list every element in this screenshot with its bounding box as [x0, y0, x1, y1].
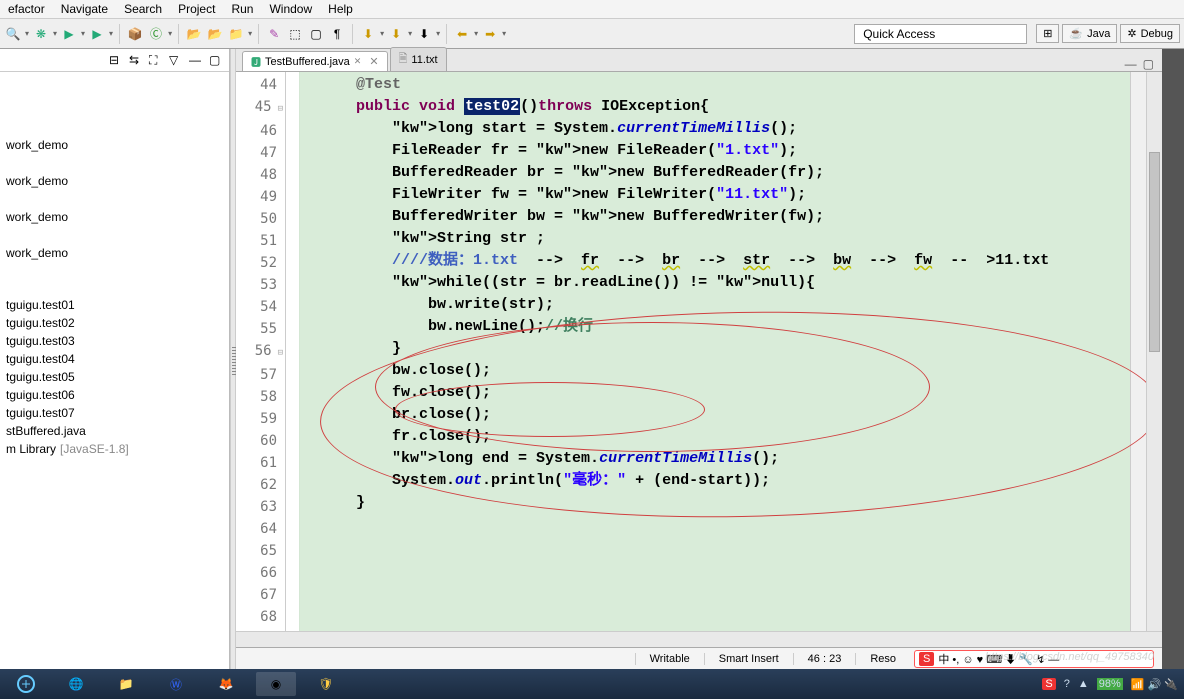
- taskbar-chrome-icon[interactable]: 🌐: [56, 672, 96, 696]
- menu-navigate[interactable]: Navigate: [53, 0, 116, 18]
- editor-tab-inactive[interactable]: 🗎11.txt: [390, 47, 447, 71]
- status-writable: Writable: [635, 653, 704, 665]
- tree-item[interactable]: work_demo: [2, 244, 227, 262]
- tree-item[interactable]: tguigu.test07: [2, 404, 227, 422]
- tree-item[interactable]: work_demo: [2, 172, 227, 190]
- tool-forward-icon[interactable]: ➡: [481, 25, 499, 43]
- taskbar-app-icon[interactable]: 🛡: [306, 672, 346, 696]
- editor-maximize-icon[interactable]: ▢: [1143, 57, 1154, 71]
- tree-item[interactable]: work_demo: [2, 208, 227, 226]
- workspace: ⊟ ⇆ ⛶ ▽ — ▢ work_demo work_demo work_dem…: [0, 49, 1184, 669]
- taskbar-wps-icon[interactable]: Ⓦ: [156, 672, 196, 696]
- tool-toggle-icon[interactable]: ⬚: [286, 25, 304, 43]
- tree-item[interactable]: tguigu.test03: [2, 332, 227, 350]
- vertical-scrollbar[interactable]: [1146, 72, 1162, 631]
- windows-taskbar: 🌐 📁 Ⓦ 🦊 ◉ 🛡 S ? ▲ 98% 📶 🔊 🔌: [0, 669, 1184, 699]
- editor-minimize-icon[interactable]: —: [1125, 57, 1137, 71]
- tree-item[interactable]: tguigu.test02: [2, 314, 227, 332]
- tree-item[interactable]: tguigu.test01: [2, 296, 227, 314]
- tool-run-icon[interactable]: ▶: [60, 25, 78, 43]
- tree-item[interactable]: stBuffered.java: [2, 422, 227, 440]
- tool-next-annotation-icon[interactable]: ⬇: [415, 25, 433, 43]
- main-toolbar: 🔍▾ ❋▾ ▶▾ ▶▾ 📦 Ⓒ▾ 📂 📂 📁▾ ✎ ⬚ ▢ ¶ ⬇▾ ⬇▾ ⬇▾…: [0, 19, 1184, 49]
- tool-step-icon[interactable]: ⬇: [359, 25, 377, 43]
- link-editor-icon[interactable]: ⇆: [129, 53, 143, 67]
- quick-access-field[interactable]: [854, 24, 1027, 44]
- status-resource: Reso: [855, 653, 910, 665]
- tool-mark-icon[interactable]: ▢: [307, 25, 325, 43]
- java-perspective-button[interactable]: ☕ Java: [1062, 24, 1117, 43]
- project-tree[interactable]: work_demo work_demo work_demo work_demo …: [0, 72, 229, 462]
- close-tab-icon[interactable]: ✕: [365, 55, 378, 68]
- system-tray[interactable]: S ? ▲ 98% 📶 🔊 🔌: [1042, 678, 1178, 691]
- tree-item[interactable]: tguigu.test04: [2, 350, 227, 368]
- tree-item-library[interactable]: m Library [JavaSE-1.8]: [2, 440, 227, 458]
- horizontal-scrollbar[interactable]: [236, 631, 1162, 647]
- tool-search-icon[interactable]: 🔍: [4, 25, 22, 43]
- tool-folder-icon[interactable]: 📁: [227, 25, 245, 43]
- tool-debug-icon[interactable]: ❋: [32, 25, 50, 43]
- tool-back-icon[interactable]: ⬅: [453, 25, 471, 43]
- main-menu-bar: efactor Navigate Search Project Run Wind…: [0, 0, 1184, 19]
- menu-window[interactable]: Window: [261, 0, 320, 18]
- menu-project[interactable]: Project: [170, 0, 223, 18]
- taskbar-explorer-icon[interactable]: 📁: [106, 672, 146, 696]
- tool-paragraph-icon[interactable]: ¶: [328, 25, 346, 43]
- menu-refactor[interactable]: efactor: [0, 0, 53, 18]
- overview-ruler[interactable]: [1130, 72, 1146, 631]
- tool-run-last-icon[interactable]: ▶: [88, 25, 106, 43]
- fold-gutter[interactable]: [286, 72, 300, 631]
- collapse-all-icon[interactable]: ⊟: [109, 53, 123, 67]
- tool-new-package-icon[interactable]: 📦: [126, 25, 144, 43]
- editor-area: 🅹TestBuffered.java ✕✕ 🗎11.txt — ▢ 4445⊟4…: [236, 49, 1162, 669]
- tree-item[interactable]: work_demo: [2, 136, 227, 154]
- debug-perspective-button[interactable]: ✲ Debug: [1120, 24, 1180, 43]
- minimize-icon[interactable]: —: [189, 53, 203, 67]
- right-trim-bar[interactable]: [1162, 49, 1184, 669]
- watermark-text: https://blog.csdn.net/qq_49758340: [985, 651, 1154, 663]
- tool-wand-icon[interactable]: ✎: [265, 25, 283, 43]
- line-number-gutter: 4445⊟4647484950515253545556⊟575859606162…: [236, 72, 286, 631]
- taskbar-eclipse-icon[interactable]: ◉: [256, 672, 296, 696]
- maximize-icon[interactable]: ▢: [209, 53, 223, 67]
- status-cursor-position: 46 : 23: [793, 653, 856, 665]
- menu-help[interactable]: Help: [320, 0, 361, 18]
- tree-item[interactable]: tguigu.test05: [2, 368, 227, 386]
- tool-open-type-icon[interactable]: 📂: [185, 25, 203, 43]
- open-perspective-button[interactable]: ⊞: [1036, 24, 1059, 43]
- status-insert-mode: Smart Insert: [704, 653, 793, 665]
- editor-tab-active[interactable]: 🅹TestBuffered.java ✕✕: [242, 51, 388, 71]
- start-button[interactable]: [6, 672, 46, 696]
- editor-tabs: 🅹TestBuffered.java ✕✕ 🗎11.txt — ▢: [236, 49, 1162, 72]
- tree-item[interactable]: tguigu.test06: [2, 386, 227, 404]
- tool-open-task-icon[interactable]: 📂: [206, 25, 224, 43]
- taskbar-firefox-icon[interactable]: 🦊: [206, 672, 246, 696]
- filter-icon[interactable]: ⛶: [149, 53, 163, 67]
- tool-new-class-icon[interactable]: Ⓒ: [147, 25, 165, 43]
- tool-step2-icon[interactable]: ⬇: [387, 25, 405, 43]
- menu-search[interactable]: Search: [116, 0, 170, 18]
- view-menu-icon[interactable]: ▽: [169, 53, 183, 67]
- menu-run[interactable]: Run: [223, 0, 261, 18]
- package-explorer: ⊟ ⇆ ⛶ ▽ — ▢ work_demo work_demo work_dem…: [0, 49, 230, 669]
- code-editor[interactable]: @Test public void test02()throws IOExcep…: [300, 72, 1130, 631]
